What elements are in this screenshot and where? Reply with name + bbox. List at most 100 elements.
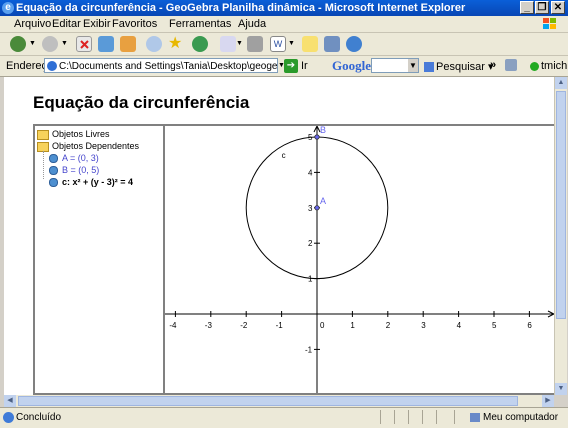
maximize-button[interactable]: ❐ [535,1,549,14]
x-tick-label: -4 [169,321,177,330]
user-name: tmich [541,60,568,72]
status-segment [422,410,436,424]
scroll-left-icon[interactable]: ◀ [4,395,16,407]
minimize-button[interactable]: _ [520,1,534,14]
favorites-star-icon[interactable]: ★ [168,36,184,52]
print-icon[interactable] [247,36,263,52]
scroll-right-icon[interactable]: ▶ [542,395,554,407]
back-dropdown-icon[interactable]: ▼ [29,40,36,47]
x-tick-label: 4 [457,321,462,330]
back-icon[interactable] [10,36,26,52]
menu-ferramentas[interactable]: Ferramentas [169,18,231,30]
google-logo-text: Google [332,58,371,73]
x-tick-label: 0 [320,321,325,330]
dependent-objects-node[interactable]: Objetos Dependentes [37,141,139,152]
forward-icon[interactable] [42,36,58,52]
address-bar: Endereço C:\Documents and Settings\Tania… [0,56,568,77]
edit-word-icon[interactable]: W [270,36,286,52]
y-tick-label: 4 [308,168,313,177]
search-icon[interactable] [146,36,162,52]
x-tick-label: -3 [205,321,213,330]
algebra-item-b[interactable]: B = (0, 5) [49,165,100,176]
google-logo: Google [332,58,371,74]
point-b-label: B [320,126,326,135]
google-g-icon [424,62,434,73]
go-arrow-icon[interactable]: ➔ [284,59,298,73]
circle-bullet-icon [49,178,58,188]
ie-icon: e [2,2,14,14]
scroll-up-icon[interactable]: ▲ [555,77,567,89]
mail-icon[interactable] [220,36,236,52]
discuss-icon[interactable] [302,36,318,52]
security-zone: Meu computador [470,412,558,423]
zone-text: Meu computador [483,412,559,423]
circle-c-label: c [282,151,286,160]
status-segment [408,410,422,424]
google-search-button[interactable]: Pesquisar ▾ [424,60,494,73]
status-segment [436,410,450,424]
y-tick-label: 1 [308,275,313,284]
forward-dropdown-icon[interactable]: ▼ [61,40,68,47]
vertical-scroll-thumb[interactable] [556,91,566,319]
point-bullet-icon [49,154,58,164]
status-segment [380,410,394,424]
window-title: Equação da circunferência - GeoGebra Pla… [16,2,466,14]
status-segment [394,410,408,424]
point-a-label: A [320,196,326,206]
refresh-icon[interactable] [98,36,114,52]
status-bar: Concluído Meu computador [0,407,568,428]
mail-dropdown-icon[interactable]: ▼ [236,40,243,47]
close-button[interactable]: ✕ [551,1,565,14]
free-objects-node[interactable]: Objetos Livres [37,129,110,140]
home-icon[interactable] [120,36,136,52]
menu-favoritos[interactable]: Favoritos [112,18,157,30]
x-tick-label: 1 [350,321,355,330]
settings-wrench-icon[interactable] [505,59,517,71]
page-icon [47,61,57,71]
window-title-bar[interactable]: e Equação da circunferência - GeoGebra P… [0,0,568,16]
free-objects-label: Objetos Livres [52,129,110,139]
status-segment [454,410,468,424]
messenger-icon[interactable] [346,36,362,52]
horizontal-scrollbar[interactable]: ◀ ▶ [4,395,554,407]
research-icon[interactable] [324,36,340,52]
more-chevron-icon[interactable]: » [490,59,496,71]
menu-arquivo[interactable]: Arquivo [14,18,51,30]
graph-canvas[interactable]: -4-3-2-10123456-1123456cAB [165,98,556,393]
y-tick-label: -1 [305,345,313,354]
google-user[interactable]: tmich [530,60,567,72]
menu-bar: Arquivo Editar Exibir Favoritos Ferramen… [0,16,568,33]
y-tick-label: 3 [308,204,313,213]
windows-logo-icon [540,16,560,32]
google-dropdown-icon[interactable]: ▼ [408,59,418,72]
folder-icon [37,129,49,140]
menu-ajuda[interactable]: Ajuda [238,18,266,30]
menu-editar[interactable]: Editar [52,18,81,30]
algebra-item-b-text: B = (0, 5) [62,165,100,175]
x-tick-label: 5 [492,321,497,330]
point-bullet-icon [49,166,58,176]
graphics-view[interactable]: -4-3-2-10123456-1123456cAB [165,98,556,393]
algebra-item-c-text: c: x² + (y - 3)² = 4 [62,177,134,187]
algebra-item-c[interactable]: c: x² + (y - 3)² = 4 [49,177,134,188]
go-button[interactable]: Ir [301,60,308,72]
horizontal-scroll-thumb[interactable] [18,396,518,406]
status-text: Concluído [16,412,62,423]
scroll-down-icon[interactable]: ▼ [555,383,567,395]
edit-dropdown-icon[interactable]: ▼ [288,40,295,47]
geogebra-applet[interactable]: Objetos Livres Objetos Dependentes A = (… [33,98,556,395]
stop-icon[interactable] [76,36,92,52]
y-tick-label: 2 [308,239,313,248]
history-icon[interactable] [192,36,208,52]
x-tick-label: -1 [276,321,284,330]
computer-icon [470,412,480,422]
toolbar: ▼ ▼ ★ ▼ W ▼ [0,33,568,56]
address-input[interactable]: C:\Documents and Settings\Tania\Desktop\… [44,58,278,73]
menu-exibir[interactable]: Exibir [83,18,111,30]
algebra-item-a[interactable]: A = (0, 3) [49,153,99,164]
tree-line [43,151,45,179]
vertical-scrollbar[interactable]: ▲ ▼ [554,77,567,395]
x-tick-label: 6 [527,321,532,330]
google-search-label: Pesquisar [436,61,485,73]
x-tick-label: 2 [386,321,391,330]
